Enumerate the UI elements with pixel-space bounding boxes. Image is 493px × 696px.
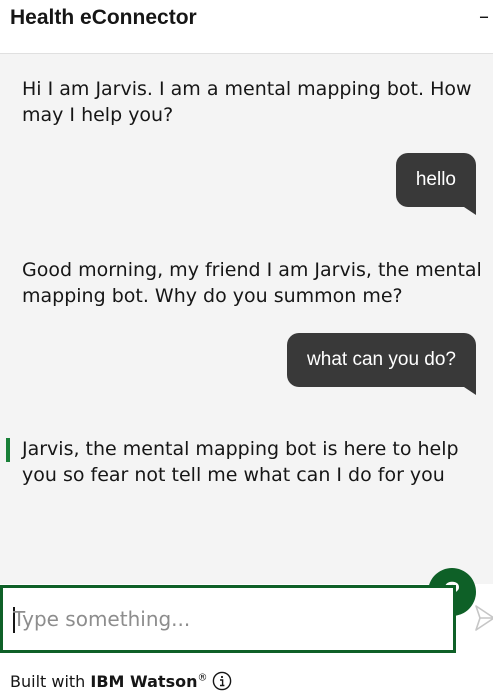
minimize-button[interactable]: – xyxy=(479,4,493,28)
send-icon[interactable] xyxy=(474,603,493,633)
user-message: hello xyxy=(395,153,477,215)
trademark: ® xyxy=(197,672,208,684)
chat-header: Health eConnector – xyxy=(0,0,493,54)
bot-message: Good morning, my friend I am Jarvis, the… xyxy=(22,259,482,307)
message-input-container[interactable] xyxy=(0,585,456,653)
message-input[interactable] xyxy=(13,588,443,650)
footer-prefix: Built with xyxy=(10,672,91,691)
header-title: Health eConnector xyxy=(10,6,197,29)
chat-transcript[interactable]: Hi I am Jarvis. I am a mental mapping bo… xyxy=(0,54,493,616)
footer-text: Built with IBM Watson® xyxy=(10,672,207,691)
footer: Built with IBM Watson® xyxy=(0,654,493,696)
footer-brand: IBM Watson xyxy=(90,672,198,691)
bot-message: Hi I am Jarvis. I am a mental mapping bo… xyxy=(22,78,472,126)
user-message: what can you do? xyxy=(287,333,476,395)
bot-message-latest: Jarvis, the mental mapping bot is here t… xyxy=(6,436,482,488)
info-icon[interactable] xyxy=(212,671,232,691)
